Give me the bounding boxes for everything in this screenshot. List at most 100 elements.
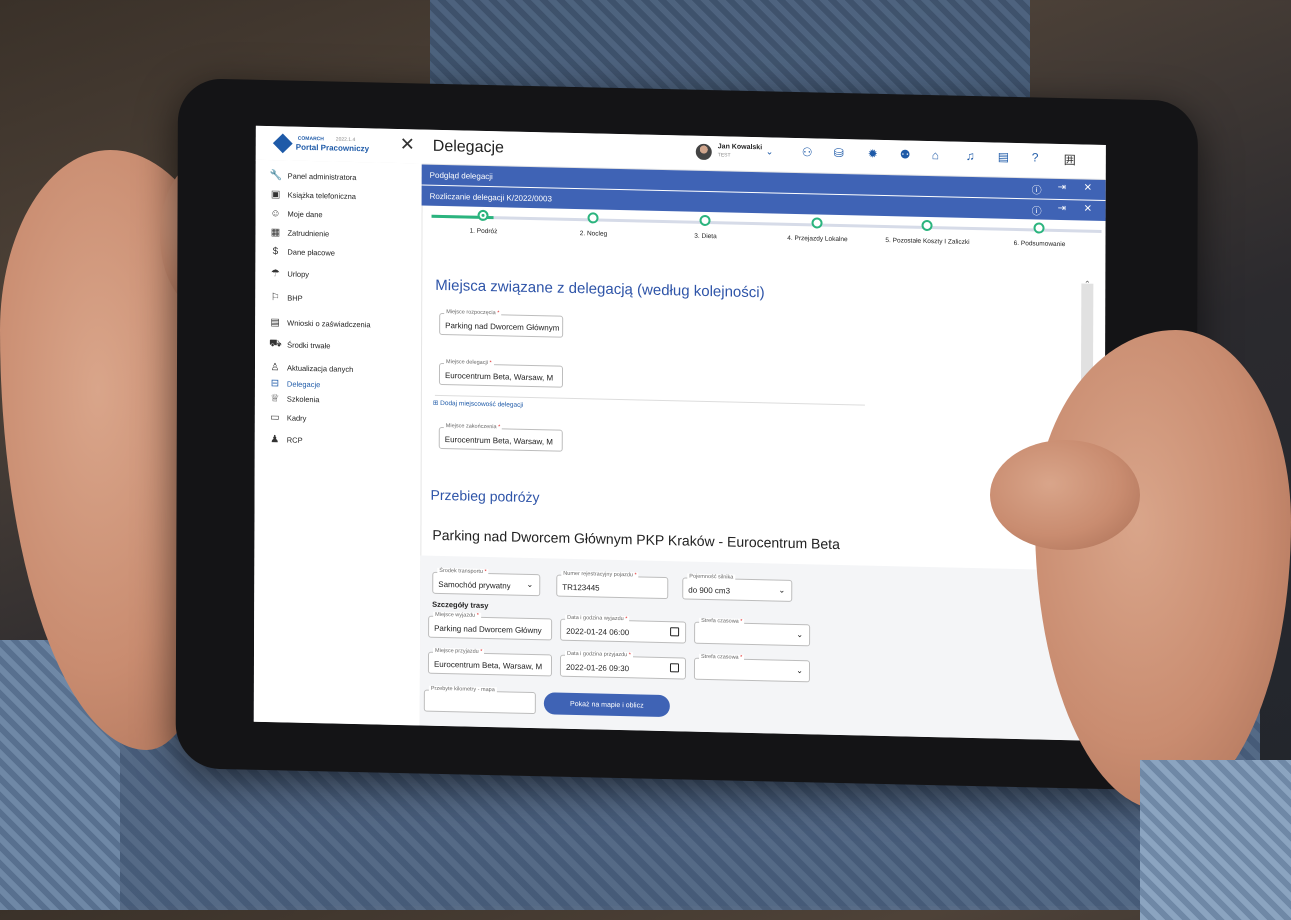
timezone-select-2[interactable]: Strefa czasowa * ⌄ bbox=[693, 653, 811, 683]
sidebar-item-my-data[interactable]: ☺ Moje dane bbox=[270, 206, 323, 221]
sidebar-item-trainings[interactable]: ♕ Szkolenia bbox=[269, 391, 320, 406]
field-label-text: Środek transportu bbox=[439, 567, 484, 575]
trip-section-title: Przebieg podróży bbox=[430, 486, 540, 506]
plate-number-field[interactable]: Numer rejestracyjny pojazdu * TR123445 bbox=[556, 570, 669, 600]
calendar-icon[interactable] bbox=[670, 627, 680, 637]
sidebar-item-delegations[interactable]: ⊟ Delegacje bbox=[269, 376, 321, 391]
km-field[interactable]: Przebyte kilometry - mapa bbox=[423, 685, 536, 715]
car-icon: ⛟ bbox=[269, 337, 282, 349]
home-icon[interactable]: ⌂ bbox=[932, 148, 939, 162]
close-icon[interactable]: ✕ bbox=[1084, 183, 1092, 194]
right-sleeve bbox=[1140, 760, 1291, 920]
field-label-text: Data i godzina wyjazdu bbox=[567, 614, 624, 623]
app-logo[interactable]: COMARCH 2022.1.4 Portal Pracowniczy bbox=[272, 133, 396, 158]
transport-select[interactable]: Środek transportu * Samochód prywatny ⌄ bbox=[432, 567, 541, 597]
time-user-icon: ♟ bbox=[270, 433, 280, 445]
field-label: Miejsce wyjazdu * bbox=[433, 611, 481, 619]
help-icon[interactable]: ⓘ bbox=[1032, 181, 1042, 196]
show-on-map-button[interactable]: Pokaż na mapie i oblicz bbox=[543, 692, 670, 718]
gear-icon[interactable]: ✹ bbox=[868, 147, 878, 161]
sidebar-item-data-update[interactable]: ♙ Aktualizacja danych bbox=[269, 360, 353, 376]
user-name[interactable]: Jan Kowalski bbox=[718, 143, 762, 151]
step-label[interactable]: 5. Pozostałe Koszty I Zaliczki bbox=[885, 237, 969, 246]
chevron-down-icon[interactable]: ⌄ bbox=[766, 146, 774, 157]
required-marker: * bbox=[497, 310, 500, 317]
sidebar-item-panel-admin[interactable]: 🔧 Panel administratora bbox=[270, 168, 357, 184]
start-place-value: Parking nad Dworcem Głównym bbox=[445, 321, 560, 333]
sidebar-item-phonebook[interactable]: ▣ Książka telefoniczna bbox=[270, 187, 356, 203]
departure-datetime-value: 2022-01-24 06:00 bbox=[566, 626, 630, 638]
wrench-icon: 🔧 bbox=[269, 169, 283, 181]
language-icon[interactable]: 囲 bbox=[1064, 151, 1076, 168]
help-icon[interactable]: ? bbox=[1032, 150, 1039, 164]
users-question-icon[interactable]: ⚇ bbox=[802, 145, 813, 159]
step-dot-2[interactable] bbox=[587, 212, 599, 224]
step-label[interactable]: 2. Nocleg bbox=[580, 230, 607, 238]
chevron-down-icon: ⌄ bbox=[526, 579, 534, 590]
sidebar-item-rcp[interactable]: ♟ RCP bbox=[269, 432, 303, 447]
sidebar-item-salary[interactable]: $ Dane płacowe bbox=[269, 244, 335, 259]
document-icon: ▤ bbox=[270, 316, 280, 328]
expand-icon[interactable]: ⇥ bbox=[1058, 203, 1066, 214]
step-dot-4[interactable] bbox=[811, 217, 823, 229]
sidebar-item-label: BHP bbox=[287, 292, 303, 303]
arrival-place-field[interactable]: Miejsce przyjazdu * Eurocentrum Beta, Wa… bbox=[427, 647, 553, 677]
trip-details-panel: Środek transportu * Samochód prywatny ⌄ … bbox=[419, 555, 1105, 742]
add-place-link[interactable]: ⊞ Dodaj miejscowość delegacji bbox=[433, 399, 523, 409]
field-label-text: Miejsce delegacji bbox=[446, 359, 488, 367]
step-dot-3[interactable] bbox=[699, 214, 711, 227]
route-title: Parking nad Dworcem Głównym PKP Kraków -… bbox=[432, 526, 840, 553]
chevron-down-icon: ⌄ bbox=[796, 666, 803, 676]
required-marker: * bbox=[498, 424, 501, 431]
departure-place-field[interactable]: Miejsce wyjazdu * Parking nad Dworcem Gł… bbox=[428, 611, 553, 641]
field-label-text: Miejsce wyjazdu bbox=[435, 611, 476, 619]
sidebar-item-hr[interactable]: ▭ Kadry bbox=[269, 410, 307, 425]
sidebar-item-employment[interactable]: ▦ Zatrudnienie bbox=[269, 225, 329, 240]
departure-datetime-field[interactable]: Data i godzina wyjazdu * 2022-01-24 06:0… bbox=[560, 614, 687, 644]
messages-icon[interactable]: ▤ bbox=[998, 150, 1009, 164]
delegation-place-field[interactable]: Miejsce delegacji * Eurocentrum Beta, Wa… bbox=[438, 359, 564, 388]
running-icon: ⚐ bbox=[270, 291, 280, 303]
timezone-select[interactable]: Strefa czasowa * ⌄ bbox=[694, 617, 811, 647]
field-label: Miejsce delegacji * bbox=[444, 359, 494, 367]
step-dot-5[interactable] bbox=[921, 219, 933, 232]
sidebar-item-label: Wnioski o zaświadczenia bbox=[287, 317, 371, 329]
engine-capacity-select[interactable]: Pojemność silnika do 900 cm3 ⌄ bbox=[682, 573, 793, 602]
beach-icon: ☂ bbox=[270, 267, 280, 279]
step-dot-1[interactable] bbox=[477, 209, 489, 222]
database-icon[interactable]: ⛁ bbox=[834, 146, 844, 160]
close-menu-icon[interactable]: ✕ bbox=[400, 134, 415, 154]
sidebar-item-bhp[interactable]: ⚐ BHP bbox=[269, 290, 303, 305]
user-role: TEST bbox=[717, 152, 731, 159]
logo-brand: COMARCH bbox=[297, 135, 324, 143]
transport-value: Samochód prywatny bbox=[438, 579, 511, 591]
arrival-datetime-field[interactable]: Data i godzina przyjazdu * 2022-01-26 09… bbox=[559, 650, 687, 680]
step-label[interactable]: 3. Dieta bbox=[694, 233, 716, 241]
field-label-text: Miejsce zakończenia bbox=[445, 423, 497, 431]
field-label: Strefa czasowa * bbox=[699, 617, 745, 625]
step-dot-6[interactable] bbox=[1033, 222, 1045, 234]
chevron-down-icon: ⌄ bbox=[778, 585, 786, 595]
field-label-text: Numer rejestracyjny pojazdu bbox=[563, 570, 634, 579]
sidebar-item-fixed-assets[interactable]: ⛟ Środki trwałe bbox=[269, 337, 330, 352]
calendar-icon[interactable] bbox=[669, 663, 679, 673]
route-details-heading: Szczegóły trasy bbox=[432, 599, 489, 611]
step-label[interactable]: 6. Podsumowanie bbox=[1014, 240, 1066, 248]
expand-icon[interactable]: ⇥ bbox=[1058, 182, 1066, 193]
field-label: Przebyte kilometry - mapa bbox=[428, 685, 497, 694]
sidebar-item-leave[interactable]: ☂ Urlopy bbox=[269, 266, 309, 281]
step-label[interactable]: 1. Podróż bbox=[470, 228, 498, 236]
end-place-field[interactable]: Miejsce zakończenia * Eurocentrum Beta, … bbox=[438, 423, 563, 452]
field-label: Data i godzina wyjazdu * bbox=[565, 614, 630, 623]
team-icon[interactable]: ⚉ bbox=[900, 147, 911, 161]
avatar[interactable] bbox=[695, 143, 712, 161]
notification-bell-icon[interactable]: ♫ bbox=[966, 149, 975, 163]
close-icon[interactable]: ✕ bbox=[1084, 204, 1092, 215]
sidebar-item-label: Panel administratora bbox=[287, 170, 357, 182]
sidebar-item-certificates[interactable]: ▤ Wnioski o zaświadczenia bbox=[269, 315, 370, 331]
start-place-field[interactable]: Miejsce rozpoczęcia * Parking nad Dworce… bbox=[439, 309, 564, 338]
step-label[interactable]: 4. Przejazdy Lokalne bbox=[787, 235, 847, 243]
required-marker: * bbox=[476, 612, 479, 619]
required-marker: * bbox=[489, 360, 492, 367]
help-icon[interactable]: ⓘ bbox=[1032, 202, 1042, 217]
